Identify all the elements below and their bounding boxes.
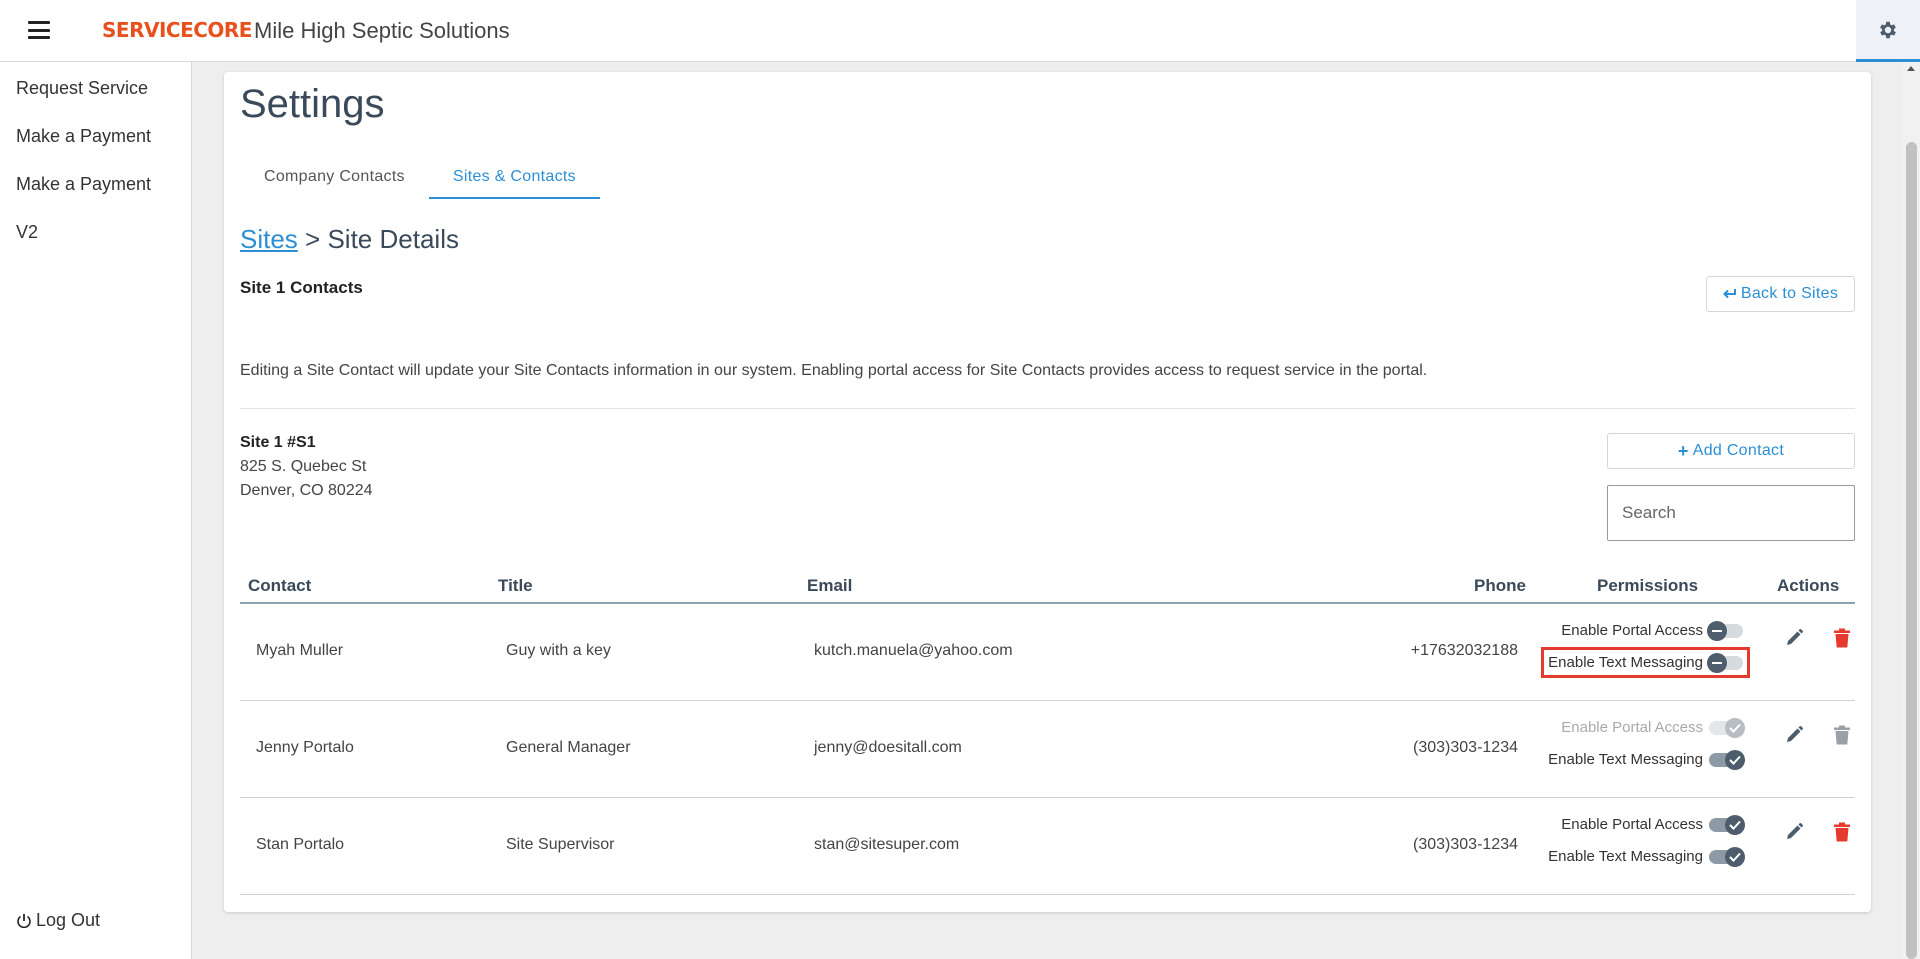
text-messaging-toggle[interactable] [1707, 652, 1743, 673]
add-contact-button[interactable]: + Add Contact [1607, 433, 1855, 469]
sidebar-item-make-a-payment-v2[interactable]: Make a Payment V2 [0, 160, 191, 242]
header-contact[interactable]: Contact [248, 576, 311, 596]
trash-icon [1834, 822, 1850, 842]
pencil-icon [1787, 726, 1803, 742]
delete-contact-button [1830, 723, 1854, 747]
sidebar-item-request-service[interactable]: Request Service [0, 64, 191, 112]
portal-access-label: Enable Portal Access [1561, 622, 1703, 639]
header-phone[interactable]: Phone [1474, 576, 1526, 596]
return-arrow-icon [1722, 289, 1736, 299]
text-messaging-permission: Enable Text Messaging [1548, 749, 1745, 770]
section-title: Site 1 Contacts [240, 278, 363, 297]
pencil-icon [1787, 629, 1803, 645]
portal-access-permission: Enable Portal Access [1561, 717, 1745, 738]
breadcrumb-current: Site Details [327, 224, 459, 254]
info-text: Editing a Site Contact will update your … [240, 362, 1428, 379]
checkmark-icon [1729, 852, 1741, 862]
checkmark-icon [1729, 723, 1741, 733]
table-header: Contact Title Email Phone Permissions Ac… [240, 572, 1855, 604]
company-name: Mile High Septic Solutions [254, 18, 510, 43]
toggle-off-icon [1707, 620, 1727, 641]
contact-phone: +17632032188 [1410, 642, 1518, 659]
contact-email: kutch.manuela@yahoo.com [814, 642, 1013, 659]
contact-email: jenny@doesitall.com [814, 739, 962, 756]
breadcrumb-sites-link[interactable]: Sites [240, 224, 298, 254]
tab-sites-contacts[interactable]: Sites & Contacts [428, 156, 600, 199]
search-box [1607, 485, 1855, 541]
portal-access-label: Enable Portal Access [1561, 816, 1703, 833]
contact-name: Stan Portalo [256, 836, 345, 853]
table-row: Jenny Portalo General Manager jenny@does… [240, 701, 1855, 798]
hamburger-menu-icon[interactable] [28, 21, 50, 39]
edit-contact-button[interactable] [1782, 626, 1806, 650]
text-messaging-permission: Enable Text Messaging [1548, 846, 1745, 867]
edit-contact-button[interactable] [1782, 820, 1806, 844]
contact-email: stan@sitesuper.com [814, 836, 960, 853]
header-title[interactable]: Title [498, 576, 533, 596]
text-messaging-toggle[interactable] [1709, 749, 1745, 770]
contact-title: General Manager [506, 739, 631, 756]
servicecore-logo[interactable]: SERVICECORE [102, 18, 252, 42]
header-permissions: Permissions [1597, 576, 1699, 595]
contact-name: Jenny Portalo [256, 739, 354, 756]
delete-contact-button[interactable] [1830, 820, 1854, 844]
sidebar: Request Service Make a Payment Make a Pa… [0, 62, 192, 959]
text-messaging-label: Enable Text Messaging [1548, 751, 1703, 768]
contact-phone: (303)303-1234 [1413, 739, 1518, 756]
table-row: Myah Muller Guy with a key kutch.manuela… [240, 604, 1855, 701]
page-scrollbar[interactable] [1903, 62, 1920, 959]
trash-icon [1834, 725, 1850, 745]
gear-icon [1880, 21, 1896, 38]
edit-contact-button[interactable] [1782, 723, 1806, 747]
settings-button[interactable] [1856, 0, 1920, 62]
top-header: SERVICECORE Mile High Septic Solutions [0, 0, 1920, 62]
tab-company-contacts[interactable]: Company Contacts [240, 156, 429, 199]
site-address-line2: Denver, CO 80224 [240, 482, 373, 499]
portal-access-toggle[interactable] [1707, 620, 1743, 641]
page-title: Settings [240, 82, 385, 126]
contact-title: Site Supervisor [506, 836, 615, 853]
text-messaging-permission: Enable Text Messaging [1541, 647, 1750, 678]
divider [240, 408, 1855, 409]
text-messaging-toggle[interactable] [1709, 846, 1745, 867]
portal-access-permission: Enable Portal Access [1561, 620, 1743, 641]
text-messaging-label: Enable Text Messaging [1548, 654, 1703, 671]
settings-card: Settings Company Contacts Sites & Contac… [224, 72, 1871, 912]
add-contact-label: Add Contact [1692, 442, 1785, 459]
search-input[interactable] [1622, 503, 1843, 523]
back-to-sites-label: Back to Sites [1740, 285, 1839, 302]
contact-name: Myah Muller [256, 642, 344, 659]
contact-phone: (303)303-1234 [1413, 836, 1518, 853]
breadcrumb-separator: > [305, 224, 321, 254]
power-icon [17, 913, 31, 928]
scroll-up-arrow-icon[interactable] [1907, 66, 1915, 71]
trash-icon [1834, 628, 1850, 648]
header-email[interactable]: Email [807, 576, 852, 596]
delete-contact-button[interactable] [1830, 626, 1854, 650]
checkmark-icon [1729, 820, 1741, 830]
plus-icon: + [1677, 441, 1689, 461]
text-messaging-label: Enable Text Messaging [1548, 848, 1703, 865]
header-actions: Actions [1777, 576, 1840, 595]
site-name: Site 1 #S1 [240, 434, 316, 451]
portal-access-toggle [1709, 717, 1745, 738]
contacts-table: Contact Title Email Phone Permissions Ac… [240, 572, 1855, 895]
toggle-off-icon [1707, 652, 1727, 673]
pencil-icon [1787, 823, 1803, 839]
site-address-line1: 825 S. Quebec St [240, 458, 367, 475]
checkmark-icon [1729, 755, 1741, 765]
logout-label: Log Out [36, 910, 101, 930]
portal-access-permission: Enable Portal Access [1561, 814, 1745, 835]
sidebar-item-make-a-payment[interactable]: Make a Payment [0, 112, 191, 160]
portal-access-toggle[interactable] [1709, 814, 1745, 835]
logout-button[interactable]: Log Out [16, 910, 100, 931]
scroll-thumb[interactable] [1906, 142, 1917, 959]
breadcrumb: Sites > Site Details [240, 224, 459, 255]
back-to-sites-button[interactable]: Back to Sites [1706, 276, 1855, 312]
contact-title: Guy with a key [506, 642, 611, 659]
table-row: Stan Portalo Site Supervisor stan@sitesu… [240, 798, 1855, 895]
settings-tabs: Company Contacts Sites & Contacts [240, 156, 600, 199]
portal-access-label: Enable Portal Access [1561, 719, 1703, 736]
